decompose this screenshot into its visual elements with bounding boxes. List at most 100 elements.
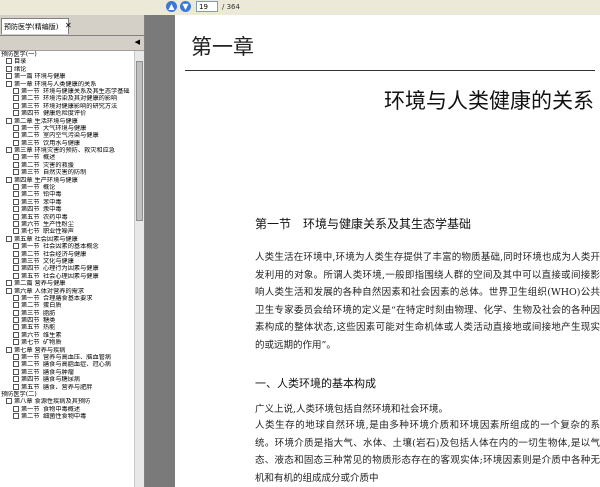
bookmark-label: 热能 bbox=[43, 324, 56, 332]
bookmark-item[interactable]: 第二篇 营养与健康 bbox=[0, 280, 134, 287]
bookmark-icon bbox=[6, 117, 12, 124]
bookmark-icon bbox=[6, 280, 12, 287]
bookmark-item[interactable]: 第二节 环境污染及其对健康的影响 bbox=[0, 95, 134, 102]
bookmark-item[interactable]: 第一节 环境与健康关系及其生态学基础 bbox=[0, 87, 134, 95]
bookmark-section-number: 第二节 bbox=[21, 191, 40, 199]
previous-page-button[interactable]: ▲ bbox=[166, 1, 177, 12]
bookmark-item[interactable]: 第五节 农药中毒 bbox=[0, 213, 134, 221]
bookmark-item[interactable]: 第二节 蛋白质 bbox=[0, 302, 134, 309]
bookmark-item[interactable]: 第三节 饮用水与健康 bbox=[0, 139, 134, 147]
bookmark-item[interactable]: 第一篇 环境与健康 bbox=[0, 73, 134, 80]
bookmark-item[interactable]: 第四章 生产环境与健康 bbox=[0, 176, 134, 184]
bookmark-item[interactable]: 第七节 职业性噪声 bbox=[0, 228, 134, 235]
bookmark-label: 第二篇 营养与健康 bbox=[14, 280, 66, 288]
page-number-input[interactable]: 19 bbox=[196, 1, 218, 12]
bookmark-item[interactable]: 第二节 灾害的救援 bbox=[0, 161, 134, 169]
bookmark-item[interactable]: 第三节 文化与健康 bbox=[0, 257, 134, 265]
bookmark-label: 膳食与肿瘤 bbox=[43, 368, 74, 376]
bookmark-item[interactable]: 第一节 社会因素的基本概念 bbox=[0, 243, 134, 250]
bookmark-item[interactable]: 第六章 人体对营养的需求 bbox=[0, 287, 134, 295]
bookmark-item[interactable]: 第二节 铅中毒 bbox=[0, 191, 134, 198]
bookmark-item[interactable]: 第二节 细菌性食物中毒 bbox=[0, 413, 134, 420]
bookmark-label: 第四章 生产环境与健康 bbox=[14, 176, 78, 184]
bookmark-item[interactable]: 第六节 生产性粉尘 bbox=[0, 220, 134, 228]
sidebar-scrollbar[interactable] bbox=[134, 51, 144, 487]
bookmark-section-number: 第二节 bbox=[21, 250, 40, 258]
bookmark-section-number: 第一节 bbox=[21, 87, 40, 95]
bookmark-item[interactable]: 目录 bbox=[0, 58, 134, 65]
bookmark-item[interactable]: 第三节 自然灾害的防制 bbox=[0, 169, 134, 176]
bookmark-item[interactable]: 第三节 膳食与肿瘤 bbox=[0, 368, 134, 376]
bookmark-item[interactable]: 第二节 室内空气污染与健康 bbox=[0, 132, 134, 139]
bookmark-section-number: 第三节 bbox=[21, 198, 40, 206]
bookmark-item[interactable]: 第一节 大气环境与健康 bbox=[0, 124, 134, 132]
bookmark-item[interactable]: 预防医学(一) bbox=[0, 51, 134, 58]
bookmark-label: 环境与健康关系及其生态学基础 bbox=[43, 87, 130, 95]
bookmark-item[interactable]: 第五章 社会因素与健康 bbox=[0, 235, 134, 243]
bookmark-item[interactable]: 第二节 膳食与高脂血症、冠心病 bbox=[0, 361, 134, 368]
bookmarks-sidebar: 预防医学(精编版) ✕ ◀ 预防医学(一) 目录 绪论 第一篇 环境与健康 第一章 环境… bbox=[0, 15, 145, 487]
bookmark-item[interactable]: 第四节 膳食与糖尿病 bbox=[0, 376, 134, 383]
bookmark-icon bbox=[13, 257, 19, 264]
bookmark-icon bbox=[13, 102, 19, 109]
bookmark-icon bbox=[13, 413, 19, 420]
bookmark-item[interactable]: 第一章 环境与人类健康的关系 bbox=[0, 80, 134, 88]
bookmark-item[interactable]: 第一节 概述 bbox=[0, 154, 134, 161]
sidebar-tabbar: 预防医学(精编版) ✕ bbox=[0, 15, 144, 36]
bookmark-label: 第六章 人体对营养的需求 bbox=[14, 287, 85, 295]
bookmark-label: 农药中毒 bbox=[43, 213, 68, 221]
bookmark-item[interactable]: 第五节 社会心理因素与健康 bbox=[0, 272, 134, 280]
bookmark-section-number: 第五节 bbox=[21, 213, 40, 221]
bookmark-section-number: 第二节 bbox=[21, 95, 40, 103]
chapter-rule bbox=[185, 70, 595, 71]
bookmark-item[interactable]: 第四节 汞中毒 bbox=[0, 206, 134, 213]
bookmark-item[interactable]: 第一节 食物中毒概述 bbox=[0, 405, 134, 413]
bookmark-item[interactable]: 第一节 合理膳食基本要求 bbox=[0, 294, 134, 302]
bookmark-item[interactable]: 第四节 健康危险度评价 bbox=[0, 110, 134, 117]
scrollbar-thumb[interactable] bbox=[136, 61, 143, 221]
bookmark-section-number: 第三节 bbox=[21, 309, 40, 317]
paragraph: 人类生活在环境中,环境为人类生存提供了丰富的物质基础,同时环境也成为人类开发利用… bbox=[255, 252, 600, 351]
bookmark-item[interactable]: 第八章 食源性疾病及其预防 bbox=[0, 398, 134, 405]
bookmark-item[interactable]: 第四节 心理行为因素与健康 bbox=[0, 265, 134, 272]
bookmark-item[interactable]: 第四节 糖类 bbox=[0, 317, 134, 324]
bookmark-label: 社会经济与健康 bbox=[43, 250, 87, 258]
bookmark-section-number: 第一节 bbox=[21, 405, 40, 413]
bookmark-item[interactable]: 预防医学(二) bbox=[0, 391, 134, 398]
bookmarks-tab[interactable]: 预防医学(精编版) bbox=[1, 18, 69, 34]
bookmark-label: 环境对健康影响的研究方法 bbox=[43, 102, 118, 110]
close-icon[interactable]: ✕ bbox=[65, 18, 72, 34]
bookmark-label: 第七章 营养与疾病 bbox=[14, 346, 66, 354]
bookmark-item[interactable]: 第三章 环境灾害的预防、救灾和应急 bbox=[0, 147, 134, 154]
bookmark-label: 文化与健康 bbox=[43, 257, 74, 265]
bookmark-item[interactable]: 第三节 苯中毒 bbox=[0, 198, 134, 206]
bookmark-item[interactable]: 第二章 生活环境与健康 bbox=[0, 117, 134, 125]
bookmark-item[interactable]: 第一节 概论 bbox=[0, 184, 134, 191]
bookmark-label: 概论 bbox=[43, 184, 56, 192]
bookmark-label: 第一章 环境与人类健康的关系 bbox=[14, 80, 97, 88]
bookmark-item[interactable]: 第七节 矿物质 bbox=[0, 339, 134, 346]
bookmark-section-number: 第三节 bbox=[21, 368, 40, 376]
bookmark-label: 生产性粉尘 bbox=[43, 220, 74, 228]
bookmark-icon bbox=[13, 272, 19, 279]
next-page-button[interactable]: ▼ bbox=[180, 1, 191, 12]
bookmark-item[interactable]: 第三节 脂肪 bbox=[0, 309, 134, 317]
bookmark-item[interactable]: 第二节 社会经济与健康 bbox=[0, 250, 134, 258]
bookmark-section-number: 第七节 bbox=[21, 339, 40, 347]
document-page: 第一章 环境与人类健康的关系 第一节 环境与健康关系及其生态学基础 人类生活在环… bbox=[175, 15, 600, 487]
bookmark-item[interactable]: 第七章 营养与疾病 bbox=[0, 346, 134, 354]
bookmark-item[interactable]: 第五节 膳食、营养与肥胖 bbox=[0, 383, 134, 391]
bookmark-item[interactable]: 绪论 bbox=[0, 65, 134, 73]
collapse-sidebar-icon[interactable]: ◀ bbox=[135, 38, 140, 46]
bookmark-section-number: 第二节 bbox=[21, 161, 40, 169]
toolbar: ▲ ▼ 19 / 364 bbox=[0, 0, 600, 16]
bookmark-item[interactable]: 第五节 热能 bbox=[0, 324, 134, 331]
bookmark-label: 铅中毒 bbox=[43, 191, 62, 199]
bookmark-item[interactable]: 第一节 营养与高血压、脑血管病 bbox=[0, 354, 134, 361]
bookmark-item[interactable]: 第三节 环境对健康影响的研究方法 bbox=[0, 102, 134, 110]
bookmark-label: 绪论 bbox=[14, 65, 27, 73]
bookmark-icon bbox=[6, 176, 12, 183]
bookmark-item[interactable]: 第六节 维生素 bbox=[0, 331, 134, 339]
bookmark-section-number: 第四节 bbox=[21, 206, 40, 214]
document-viewport: 第一章 环境与人类健康的关系 第一节 环境与健康关系及其生态学基础 人类生活在环… bbox=[145, 15, 600, 487]
